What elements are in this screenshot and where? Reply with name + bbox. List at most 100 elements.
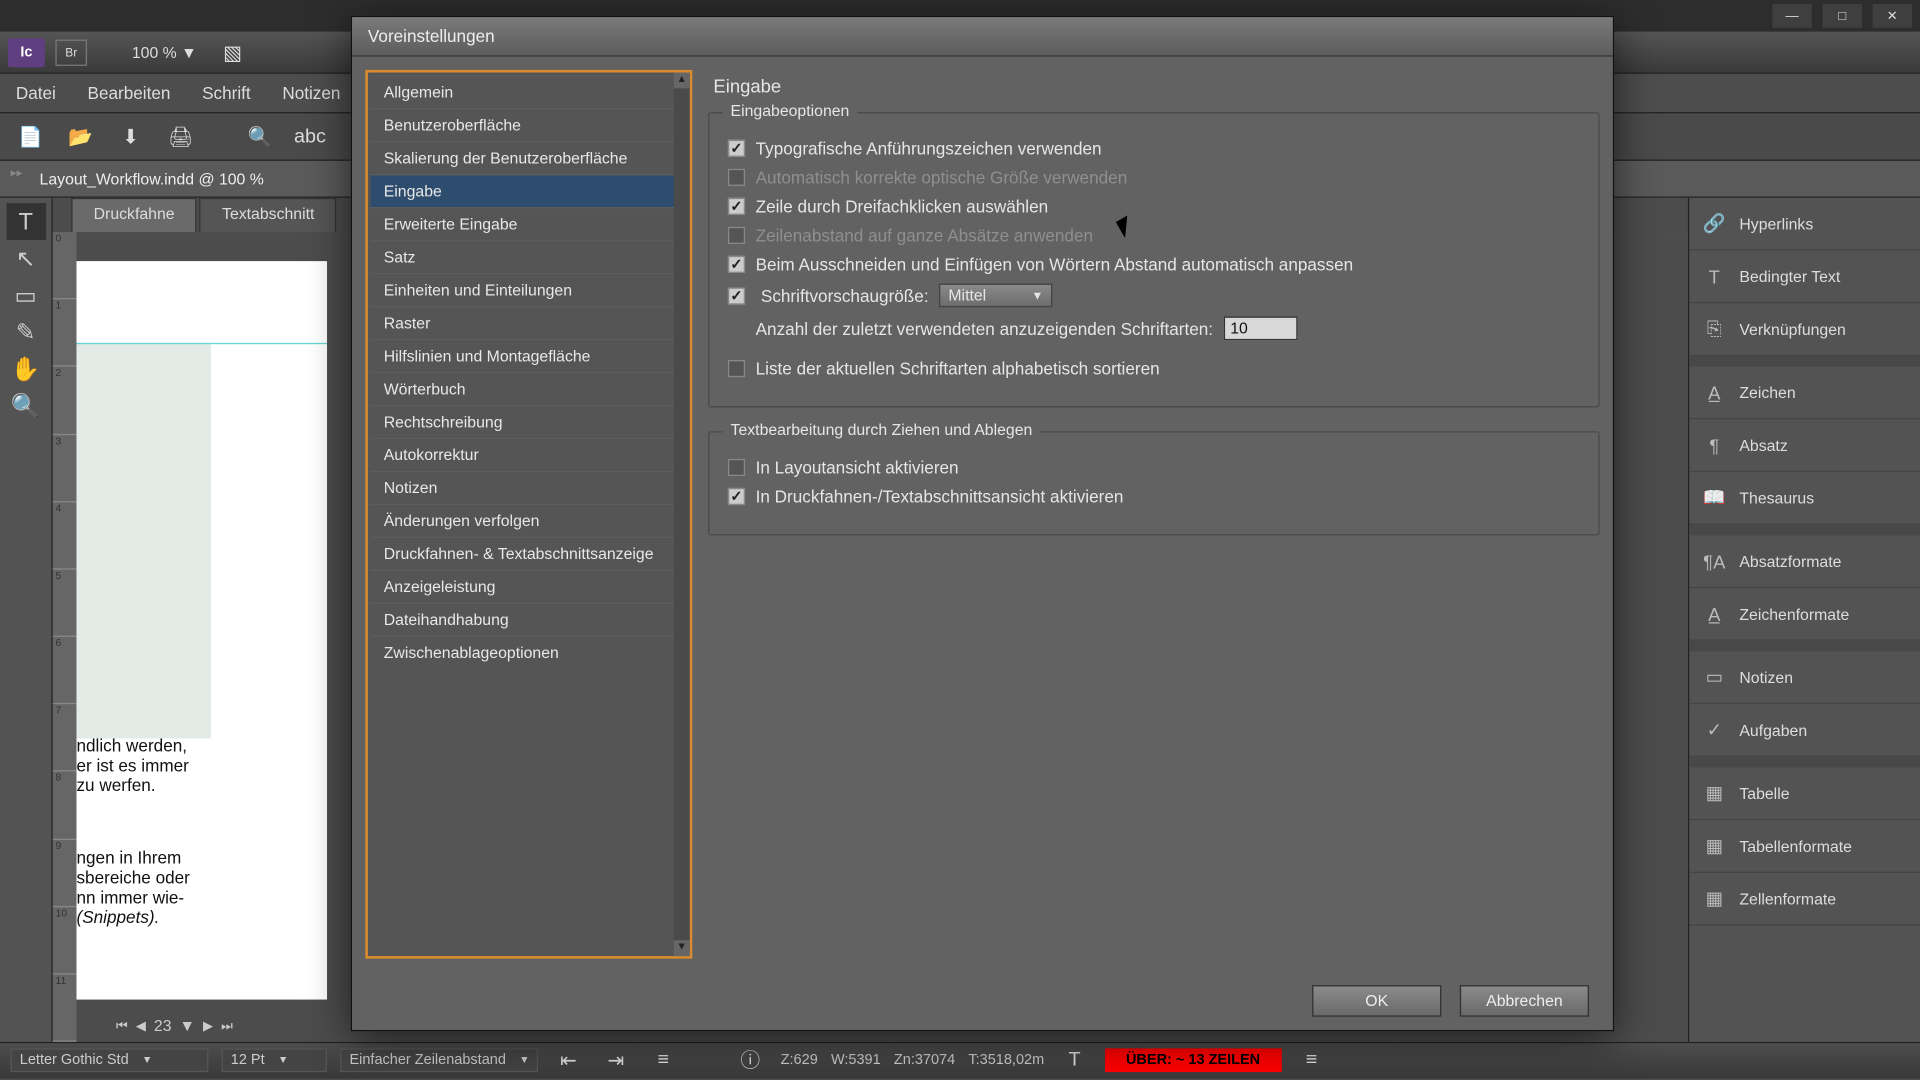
last-page-button[interactable]: ⏭ <box>221 1019 233 1034</box>
zoom-level[interactable]: 100 % ▼ <box>124 40 205 64</box>
panel-button[interactable]: ¶Absatz <box>1689 419 1920 472</box>
category-item[interactable]: Erweiterte Eingabe <box>371 207 687 240</box>
scroll-down-icon[interactable]: ▼ <box>674 940 690 956</box>
font-family-select[interactable]: Letter Gothic Std▼ <box>11 1048 209 1072</box>
print-icon[interactable]: 🖨 <box>164 122 198 151</box>
category-item[interactable]: Wörterbuch <box>371 372 687 405</box>
bridge-button[interactable]: Br <box>55 39 87 65</box>
panel-label: Thesaurus <box>1739 489 1814 507</box>
window-close-button[interactable]: ✕ <box>1873 4 1913 28</box>
category-item[interactable]: Autokorrektur <box>371 438 687 471</box>
panel-button[interactable]: ▦Tabelle <box>1689 767 1920 820</box>
panel-button[interactable]: ✓Aufgaben <box>1689 704 1920 757</box>
category-item[interactable]: Satz <box>371 240 687 273</box>
next-page-button[interactable]: ▶ <box>203 1019 213 1034</box>
type-tool[interactable]: T <box>6 203 46 240</box>
leading-select[interactable]: Einfacher Zeilenabstand▼ <box>340 1048 538 1072</box>
cut-paste-spacing-checkbox[interactable] <box>728 256 745 273</box>
category-item[interactable]: Druckfahnen- & Textabschnittsanzeige <box>371 537 687 570</box>
category-item[interactable]: Hilfslinien und Montagefläche <box>371 339 687 372</box>
category-item[interactable]: Rechtschreibung <box>371 405 687 438</box>
first-page-button[interactable]: ⏮ <box>116 1019 128 1034</box>
window-restore-button[interactable]: □ <box>1822 4 1862 28</box>
menu-font[interactable]: Schrift <box>186 83 266 103</box>
vertical-ruler: 01234567891011 <box>53 232 77 1042</box>
category-item[interactable]: Benutzeroberfläche <box>371 108 687 141</box>
cut-paste-spacing-label: Beim Ausschneiden und Einfügen von Wörte… <box>756 255 1354 275</box>
panel-button[interactable]: 🔗Hyperlinks <box>1689 198 1920 251</box>
category-item[interactable]: Einheiten und Einteilungen <box>371 273 687 306</box>
search-icon[interactable]: 🔍 <box>243 122 277 151</box>
input-options-group: Eingabeoptionen Typografische Anführungs… <box>708 112 1599 407</box>
overset-badge: ÜBER: ~ 13 ZEILEN <box>1105 1048 1281 1072</box>
panel-button[interactable]: ¶AAbsatzformate <box>1689 535 1920 588</box>
panel-button[interactable]: TBedingter Text <box>1689 251 1920 304</box>
selection-tool[interactable]: ↖ <box>6 240 46 277</box>
panel-icon: ▦ <box>1702 835 1726 857</box>
recent-fonts-input[interactable] <box>1224 316 1298 340</box>
category-item[interactable]: Raster <box>371 306 687 339</box>
info-icon[interactable]: ⓘ <box>733 1045 767 1074</box>
category-item[interactable]: Eingabe <box>371 174 687 207</box>
dnd-layout-checkbox[interactable] <box>728 459 745 476</box>
panel-button[interactable]: A̲Zeichenformate <box>1689 588 1920 641</box>
spellcheck-icon[interactable]: abc <box>293 122 327 151</box>
new-doc-icon[interactable]: 📄 <box>13 122 47 151</box>
panel-icon: ¶A <box>1702 551 1726 572</box>
page-number-field[interactable]: 23 <box>154 1017 172 1035</box>
dnd-story-checkbox[interactable] <box>728 488 745 505</box>
scroll-up-icon[interactable]: ▲ <box>674 73 690 89</box>
tab-story[interactable]: Textabschnitt <box>200 198 337 232</box>
eyedropper-tool[interactable]: ✎ <box>6 314 46 351</box>
cancel-button[interactable]: Abbrechen <box>1460 985 1589 1017</box>
zoom-tool[interactable]: 🔍 <box>6 388 46 425</box>
category-item[interactable]: Zwischenablageoptionen <box>371 636 687 669</box>
tab-expand-icon[interactable]: ▸▸ <box>11 169 23 177</box>
category-item[interactable]: Änderungen verfolgen <box>371 504 687 537</box>
category-item[interactable]: Allgemein <box>371 75 687 108</box>
screen-mode-icon[interactable]: ▧ <box>215 38 249 67</box>
ok-button[interactable]: OK <box>1312 985 1441 1017</box>
font-preview-checkbox[interactable] <box>728 287 745 304</box>
panel-icon: ▦ <box>1702 887 1726 909</box>
open-icon[interactable]: 📂 <box>63 122 97 151</box>
ruler-tick: 4 <box>53 502 77 569</box>
font-preview-size-select[interactable]: Mittel▼ <box>939 284 1052 308</box>
panel-button[interactable]: 📖Thesaurus <box>1689 472 1920 525</box>
typographic-quotes-checkbox[interactable] <box>728 140 745 157</box>
save-icon[interactable]: ⬇ <box>113 122 147 151</box>
panel-button[interactable]: ⎘Verknüpfungen <box>1689 303 1920 356</box>
category-item[interactable]: Skalierung der Benutzeroberfläche <box>371 141 687 174</box>
category-item[interactable]: Dateihandhabung <box>371 603 687 636</box>
page-dropdown-icon[interactable]: ▼ <box>179 1017 195 1035</box>
leading-paragraph-checkbox[interactable] <box>728 227 745 244</box>
menu-edit[interactable]: Bearbeiten <box>72 83 187 103</box>
prev-page-button[interactable]: ◀ <box>136 1019 146 1034</box>
status-menu-icon[interactable]: ≡ <box>1294 1045 1328 1074</box>
ruler-tick: 7 <box>53 704 77 771</box>
panel-icon: A̲ <box>1702 382 1726 403</box>
category-scrollbar[interactable]: ▲ ▼ <box>674 73 690 957</box>
overset-icon[interactable]: T <box>1057 1045 1091 1074</box>
indent-right-icon[interactable]: ⇥ <box>599 1045 633 1074</box>
indent-left-icon[interactable]: ⇤ <box>551 1045 585 1074</box>
alpha-sort-checkbox[interactable] <box>728 360 745 377</box>
panel-icon: ▦ <box>1702 782 1726 804</box>
menu-notes[interactable]: Notizen <box>267 83 357 103</box>
menu-icon[interactable]: ≡ <box>646 1045 680 1074</box>
note-tool[interactable]: ▭ <box>6 277 46 314</box>
drag-drop-legend: Textbearbeitung durch Ziehen und Ablegen <box>723 421 1041 439</box>
panel-button[interactable]: A̲Zeichen <box>1689 367 1920 420</box>
triple-click-checkbox[interactable] <box>728 198 745 215</box>
window-minimize-button[interactable]: — <box>1772 4 1812 28</box>
tab-galley[interactable]: Druckfahne <box>71 198 197 232</box>
category-item[interactable]: Anzeigeleistung <box>371 570 687 603</box>
menu-file[interactable]: Datei <box>0 83 72 103</box>
panel-button[interactable]: ▦Tabellenformate <box>1689 820 1920 873</box>
panel-button[interactable]: ▭Notizen <box>1689 651 1920 704</box>
font-size-select[interactable]: 12 Pt▼ <box>222 1048 327 1072</box>
category-item[interactable]: Notizen <box>371 471 687 504</box>
panel-button[interactable]: ▦Zellenformate <box>1689 873 1920 926</box>
optical-size-checkbox[interactable] <box>728 169 745 186</box>
hand-tool[interactable]: ✋ <box>6 351 46 388</box>
